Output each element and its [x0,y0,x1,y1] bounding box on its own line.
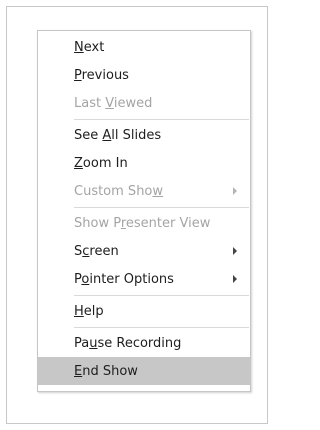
menu-item-label: Last Viewed [74,95,153,111]
menu-item-zoom-in[interactable]: Zoom In [38,149,250,177]
menu-item-label: Pause Recording [74,335,182,351]
menu-item-last-viewed: Last Viewed [38,89,250,117]
menu-separator [74,327,249,328]
menu-item-custom-show: Custom Show [38,177,250,205]
submenu-arrow-icon [233,187,237,195]
menu-item-label: Next [74,39,105,55]
menu-item-screen[interactable]: Screen [38,237,250,265]
menu-item-label: Help [74,303,104,319]
menu-item-pointer-options[interactable]: Pointer Options [38,265,250,293]
menu-item-label: End Show [74,363,138,379]
menu-separator [74,207,249,208]
menu-separator [74,119,249,120]
submenu-arrow-icon [233,275,237,283]
menu-item-label: Zoom In [74,155,128,171]
menu-item-label: Previous [74,67,129,83]
submenu-arrow-icon [233,247,237,255]
menu-item-pause-recording[interactable]: Pause Recording [38,329,250,357]
menu-item-label: Pointer Options [74,271,174,287]
menu-item-show-presenter-view: Show Presenter View [38,209,250,237]
menu-item-label: Custom Show [74,183,164,199]
menu-item-help[interactable]: Help [38,297,250,325]
menu-item-end-show[interactable]: End Show [38,357,250,385]
menu-item-label: Show Presenter View [74,215,211,231]
menu-item-see-all-slides[interactable]: See All Slides [38,121,250,149]
menu-separator [74,295,249,296]
menu-item-next[interactable]: Next [38,33,250,61]
menu-item-previous[interactable]: Previous [38,61,250,89]
menu-item-label: See All Slides [74,127,162,143]
slideshow-context-menu: Next Previous Last Viewed See All Slides… [37,30,251,392]
menu-item-label: Screen [74,243,119,259]
